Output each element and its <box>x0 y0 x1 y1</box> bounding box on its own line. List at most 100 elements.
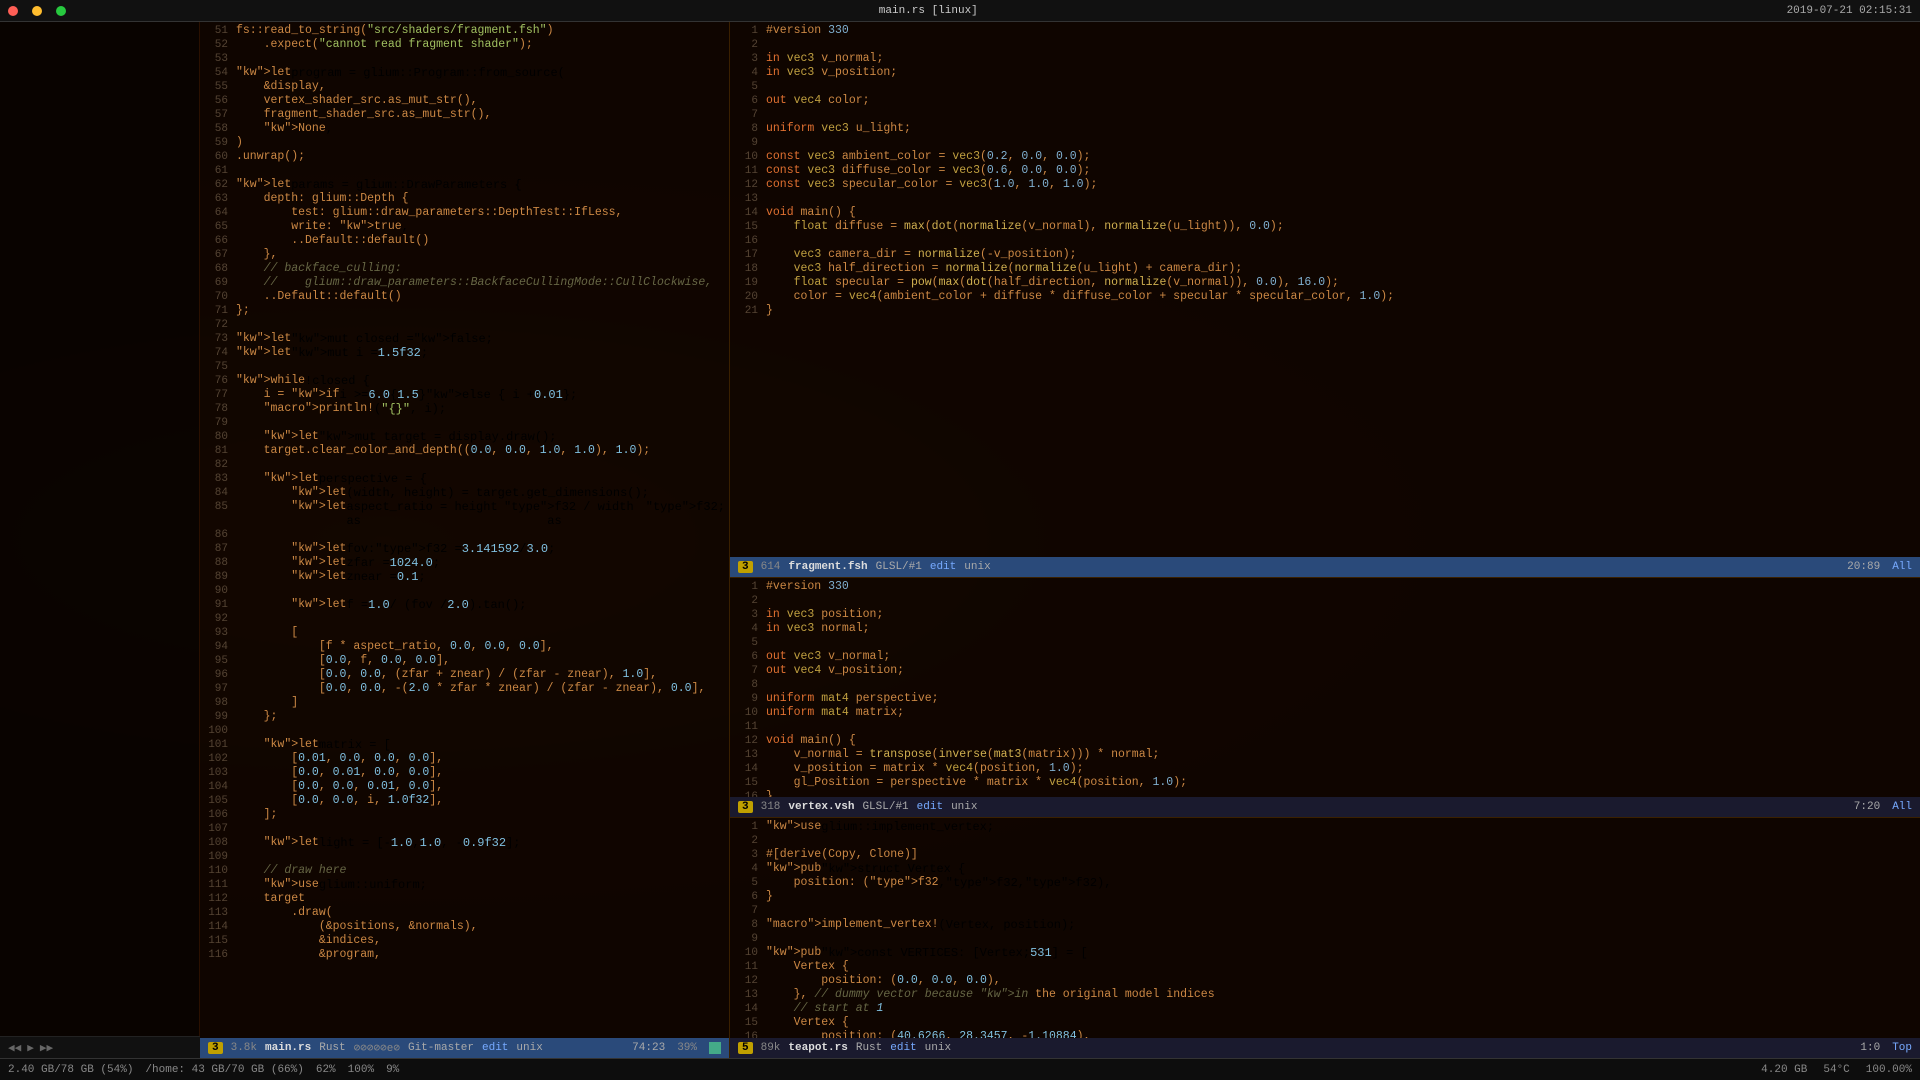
table-row: 82 <box>200 458 729 472</box>
table-row: 85 "kw">let aspect_ratio = height as "ty… <box>200 500 729 528</box>
table-row: 63 depth: glium::Depth { <box>200 192 729 206</box>
play-button[interactable]: ▶ <box>27 1041 34 1055</box>
table-row: 12 position: (0.0, 0.0, 0.0), <box>730 974 1920 988</box>
brightness-info: 100% <box>348 1064 374 1076</box>
pane-main-rs: 51 fs::read_to_string("src/shaders/fragm… <box>200 22 730 1058</box>
line-content: &program, <box>236 948 381 962</box>
line-content: [0.0, 0.0, i, 1.0f32], <box>236 794 443 808</box>
line-content: "kw">use <box>766 820 821 834</box>
pane-pos: 74:23 <box>632 1042 665 1054</box>
table-row: 18 vec3 half_direction = normalize(norma… <box>730 262 1920 276</box>
line-number: 81 <box>204 444 236 458</box>
line-number: 113 <box>204 906 236 920</box>
line-number: 55 <box>204 80 236 94</box>
line-number: 97 <box>204 682 236 696</box>
line-number: 66 <box>204 234 236 248</box>
line-content: "kw">let <box>236 472 319 486</box>
minimize-button[interactable] <box>32 6 42 16</box>
table-row: 74 "kw">let "kw">mut i = 1.5f32; <box>200 346 729 360</box>
table-row: 10 "kw">pub "kw">const VERTICES: [Vertex… <box>730 946 1920 960</box>
line-number: 1 <box>734 580 766 594</box>
media-controls[interactable]: ◀◀ ▶ ▶▶ <box>0 1036 200 1058</box>
table-row: 90 <box>200 584 729 598</box>
line-content: test: glium::draw_parameters::DepthTest:… <box>236 206 622 220</box>
line-number: 58 <box>204 122 236 136</box>
next-track-button[interactable]: ▶▶ <box>40 1041 53 1055</box>
line-content: [f * aspect_ratio, 0.0, 0.0, 0.0], <box>236 640 554 654</box>
line-number: 8 <box>734 678 766 692</box>
line-number: 101 <box>204 738 236 752</box>
line-number: 19 <box>734 276 766 290</box>
pane-num-vert: 3 <box>738 801 753 813</box>
table-row: 94 [f * aspect_ratio, 0.0, 0.0, 0.0], <box>200 640 729 654</box>
line-content: in vec3 v_position; <box>766 66 897 80</box>
code-area-vertex[interactable]: 1 #version 330 2 3 in vec3 position; 4 i… <box>730 578 1920 797</box>
line-number: 110 <box>204 864 236 878</box>
table-row: 1 #version 330 <box>730 580 1920 594</box>
line-number: 115 <box>204 934 236 948</box>
table-row: 95 [0.0, f, 0.0, 0.0], <box>200 654 729 668</box>
table-row: 11 <box>730 720 1920 734</box>
line-number: 5 <box>734 80 766 94</box>
line-number: 72 <box>204 318 236 332</box>
line-content: vertex_shader_src.as_mut_str(), <box>236 94 478 108</box>
line-content: [ <box>236 626 298 640</box>
table-row: 20 color = vec4(ambient_color + diffuse … <box>730 290 1920 304</box>
table-row: 9 <box>730 932 1920 946</box>
line-content: "kw">let <box>236 836 319 850</box>
table-row: 83 "kw">let perspective = { <box>200 472 729 486</box>
prev-track-button[interactable]: ◀◀ <box>8 1041 21 1055</box>
close-button[interactable] <box>8 6 18 16</box>
code-area-fragment[interactable]: 1 #version 330 2 3 in vec3 v_normal; 4 i… <box>730 22 1920 557</box>
line-content: float diffuse = max(dot(normalize(v_norm… <box>766 220 1284 234</box>
maximize-button[interactable] <box>56 6 66 16</box>
table-row: 106 ]; <box>200 808 729 822</box>
table-row: 2 <box>730 594 1920 608</box>
line-content: in vec3 position; <box>766 608 883 622</box>
table-row: 16 } <box>730 790 1920 797</box>
line-number: 13 <box>734 192 766 206</box>
line-number: 56 <box>204 94 236 108</box>
line-number: 54 <box>204 66 236 80</box>
volume-info: 9% <box>386 1064 399 1076</box>
table-row: 116 &program, <box>200 948 729 962</box>
table-row: 112 target <box>200 892 729 906</box>
line-number: 4 <box>734 66 766 80</box>
pane-filename-frag: fragment.fsh <box>788 561 867 573</box>
line-content: "kw">let <box>236 66 291 80</box>
line-number: 79 <box>204 416 236 430</box>
line-number: 86 <box>204 528 236 542</box>
line-number: 69 <box>204 276 236 290</box>
table-row: 79 <box>200 416 729 430</box>
code-area-teapot[interactable]: 1 "kw">use glium::implement_vertex; 2 3 … <box>730 818 1920 1038</box>
line-content: v_position = matrix * vec4(position, 1.0… <box>766 762 1084 776</box>
line-number: 91 <box>204 598 236 612</box>
table-row: 54 "kw">let program = glium::Program::fr… <box>200 66 729 80</box>
line-number: 114 <box>204 920 236 934</box>
line-number: 8 <box>734 122 766 136</box>
code-lines-main-rs: 51 fs::read_to_string("src/shaders/fragm… <box>200 24 729 962</box>
table-row: 76 "kw">while !closed { <box>200 374 729 388</box>
line-content: depth: glium::Depth { <box>236 192 409 206</box>
line-number: 14 <box>734 762 766 776</box>
table-row: 103 [0.0, 0.01, 0.0, 0.0], <box>200 766 729 780</box>
line-number: 4 <box>734 622 766 636</box>
cpu-info: 62% <box>316 1064 336 1076</box>
line-content: #[derive(Copy, Clone)] <box>766 848 918 862</box>
pane-pos-vert: 7:20 <box>1854 801 1880 813</box>
table-row: 7 <box>730 904 1920 918</box>
table-row: 7 <box>730 108 1920 122</box>
line-number: 6 <box>734 94 766 108</box>
code-area-main-rs[interactable]: 51 fs::read_to_string("src/shaders/fragm… <box>200 22 729 1038</box>
table-row: 104 [0.0, 0.0, 0.01, 0.0], <box>200 780 729 794</box>
line-number: 12 <box>734 734 766 748</box>
table-row: 13 }, // dummy vector because "kw">in th… <box>730 988 1920 1002</box>
line-content: const vec3 diffuse_color = vec3(0.6, 0.0… <box>766 164 1090 178</box>
line-number: 2 <box>734 594 766 608</box>
line-number: 6 <box>734 890 766 904</box>
table-row: 81 target.clear_color_and_depth((0.0, 0.… <box>200 444 729 458</box>
window-controls[interactable] <box>8 6 70 16</box>
table-row: 13 v_normal = transpose(inverse(mat3(mat… <box>730 748 1920 762</box>
line-number: 88 <box>204 556 236 570</box>
table-row: 70 ..Default::default() <box>200 290 729 304</box>
